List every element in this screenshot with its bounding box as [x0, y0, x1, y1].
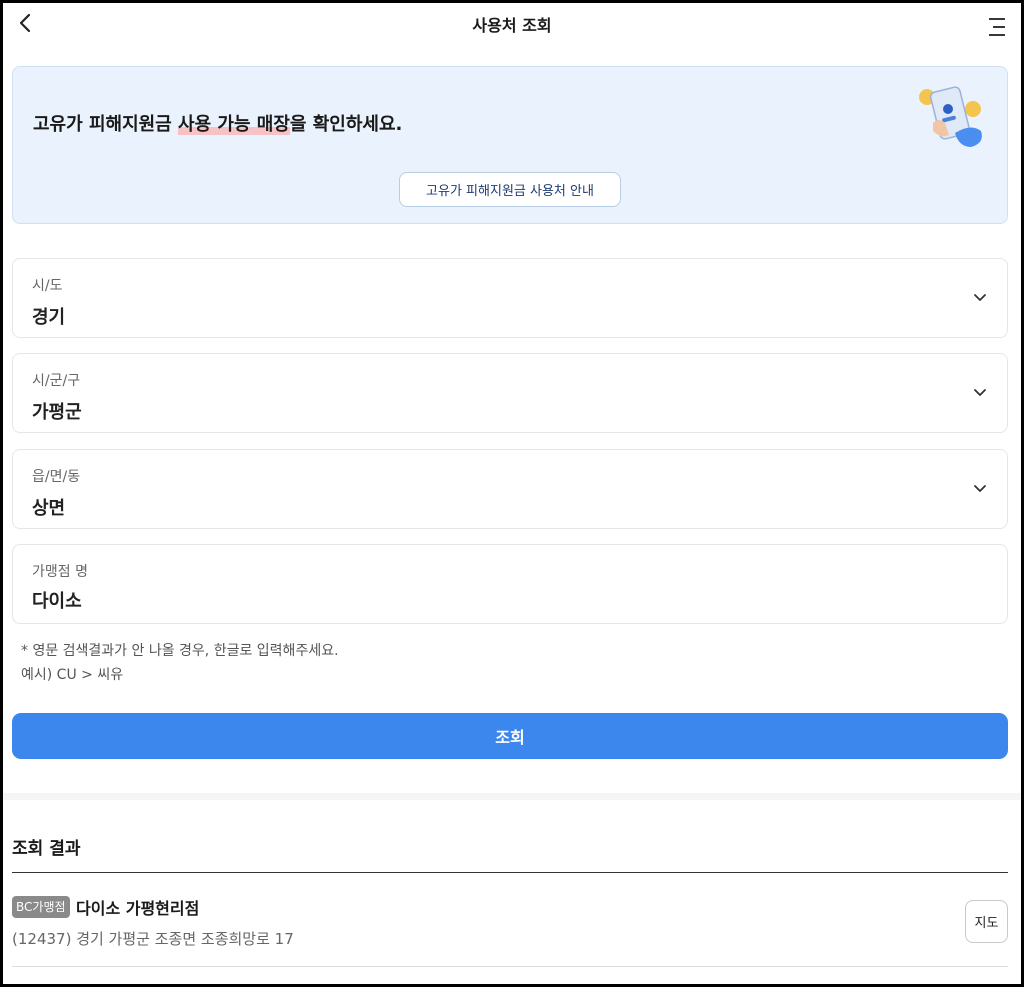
- map-button[interactable]: 지도: [965, 900, 1008, 943]
- sigungu-label: 시/군/구: [32, 373, 81, 389]
- store-name-field: 가맹점 명: [12, 544, 1008, 624]
- sigungu-value: 가평군: [32, 402, 82, 423]
- banner-text-prefix: 고유가 피해지원금: [33, 114, 179, 135]
- store-name-input[interactable]: [32, 587, 972, 613]
- eupmyeondong-select[interactable]: 읍/면/동 상면: [12, 449, 1008, 529]
- sido-label: 시/도: [32, 278, 63, 294]
- store-address: (12437) 경기 가평군 조종면 조종희망로 17: [12, 930, 294, 948]
- search-button[interactable]: 조회: [12, 713, 1008, 759]
- banner-text-highlight: 사용 가능 매장: [178, 114, 290, 135]
- page-title: 사용처 조회: [472, 16, 552, 35]
- search-notes: * 영문 검색결과가 안 나올 경우, 한글로 입력해주세요. 예시) CU >…: [21, 639, 339, 687]
- store-name: 다이소 가평현리점: [76, 899, 200, 918]
- hamburger-menu-icon: [989, 18, 1005, 36]
- menu-button[interactable]: [983, 13, 1011, 41]
- section-divider: [3, 793, 1021, 800]
- sido-value: 경기: [32, 307, 66, 328]
- chevron-down-icon: [974, 485, 986, 492]
- app-screen: 사용처 조회 고유가 피해지원금 사용 가능 매장을 확인하세요. 고유가 피해…: [3, 3, 1021, 984]
- top-app-bar: 사용처 조회: [3, 3, 1021, 47]
- chevron-down-icon: [974, 389, 986, 396]
- banner-message: 고유가 피해지원금 사용 가능 매장을 확인하세요.: [33, 110, 402, 136]
- list-item: BC가맹점 다이소 가평현리점 (12437) 경기 가평군 조종면 조종희망로…: [12, 874, 1008, 967]
- eupmyeondong-label: 읍/면/동: [32, 469, 81, 485]
- phone-coin-illustration-icon: [919, 86, 982, 147]
- merchant-badge: BC가맹점: [12, 896, 70, 918]
- note-line-1: * 영문 검색결과가 안 나올 경우, 한글로 입력해주세요.: [21, 643, 339, 659]
- sido-select[interactable]: 시/도 경기: [12, 258, 1008, 338]
- sigungu-select[interactable]: 시/군/구 가평군: [12, 353, 1008, 433]
- note-line-2: 예시) CU > 씨유: [21, 667, 124, 683]
- eupmyeondong-value: 상면: [32, 498, 66, 519]
- results-divider: [12, 872, 1008, 873]
- banner-text-suffix: 을 확인하세요.: [289, 114, 403, 135]
- store-name-label: 가맹점 명: [32, 564, 88, 580]
- chevron-down-icon: [974, 294, 986, 301]
- usage-guide-button[interactable]: 고유가 피해지원금 사용처 안내: [399, 172, 621, 207]
- results-title: 조회 결과: [12, 839, 81, 859]
- info-banner: 고유가 피해지원금 사용 가능 매장을 확인하세요. 고유가 피해지원금 사용처…: [12, 66, 1008, 224]
